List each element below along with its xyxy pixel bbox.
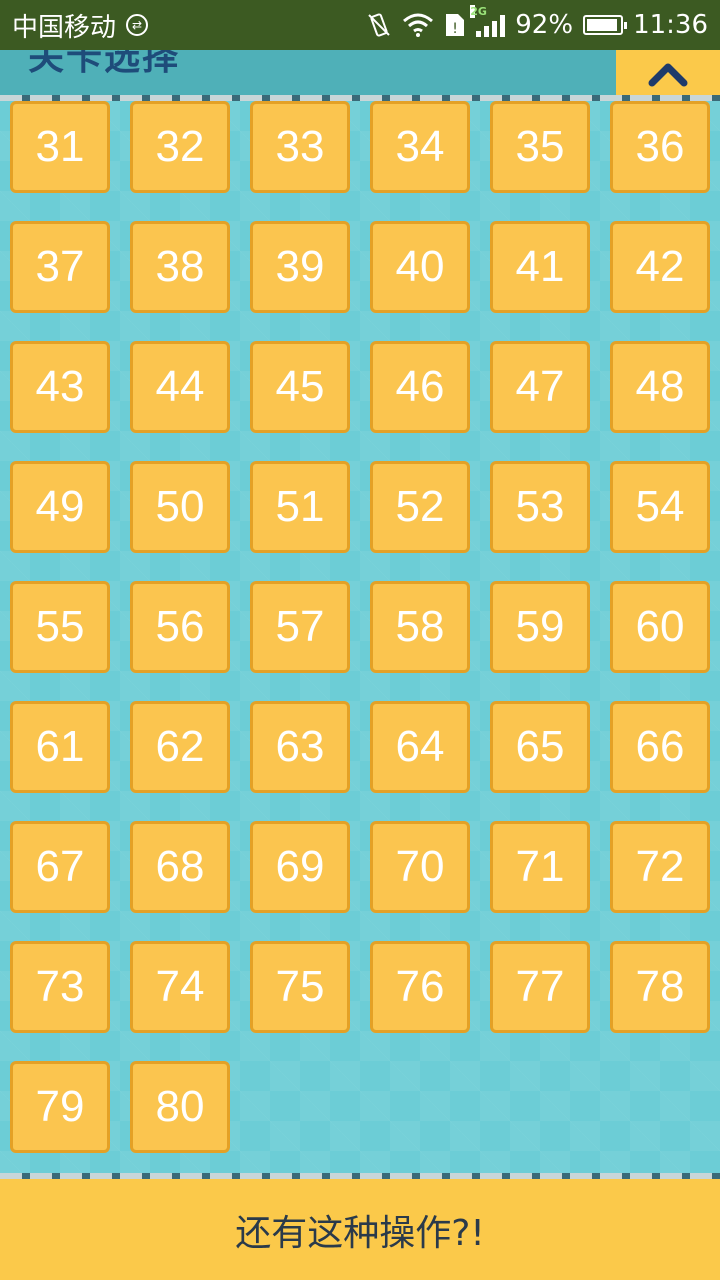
level-button[interactable]: 72 [610,821,710,913]
level-button[interactable]: 76 [370,941,470,1033]
signal-icon: 2G [470,5,506,37]
level-button[interactable]: 70 [370,821,470,913]
sim-alert-icon: ! [444,12,466,38]
bottom-action-button[interactable]: 还有这种操作?! [0,1179,720,1280]
level-button[interactable]: 62 [130,701,230,793]
level-button[interactable]: 48 [610,341,710,433]
level-button[interactable]: 75 [250,941,350,1033]
level-button[interactable]: 67 [10,821,110,913]
status-bar: 中国移动 ⇄ ! 2G 92% 11:36 [0,0,720,50]
vibrate-icon [366,12,392,38]
level-button[interactable]: 54 [610,461,710,553]
level-button[interactable]: 78 [610,941,710,1033]
level-button[interactable]: 53 [490,461,590,553]
clock: 11:36 [633,10,708,40]
level-button[interactable]: 60 [610,581,710,673]
collapse-button[interactable] [616,50,720,96]
level-button[interactable]: 64 [370,701,470,793]
level-button[interactable]: 34 [370,101,470,193]
level-button[interactable]: 71 [490,821,590,913]
level-button[interactable]: 55 [10,581,110,673]
level-button[interactable]: 66 [610,701,710,793]
level-button[interactable]: 80 [130,1061,230,1153]
battery-icon [583,15,628,35]
level-button[interactable]: 42 [610,221,710,313]
chevron-up-icon [648,63,688,87]
sync-icon: ⇄ [126,14,149,36]
level-grid-scroll[interactable]: 31 32 33 34 35 36 37 38 39 40 41 42 43 44 45 46 47 48 49 50… [0,101,720,1173]
level-button[interactable]: 59 [490,581,590,673]
level-button[interactable]: 43 [10,341,110,433]
level-button[interactable]: 52 [370,461,470,553]
level-button[interactable]: 47 [490,341,590,433]
level-button[interactable]: 74 [130,941,230,1033]
level-button[interactable]: 44 [130,341,230,433]
wifi-icon [402,13,434,37]
level-button[interactable]: 49 [10,461,110,553]
level-button[interactable]: 38 [130,221,230,313]
level-button[interactable]: 68 [130,821,230,913]
header: 关卡选择 [0,50,720,96]
level-button[interactable]: 51 [250,461,350,553]
level-button[interactable]: 37 [10,221,110,313]
level-button[interactable]: 31 [10,101,110,193]
page-title: 关卡选择 [28,50,181,78]
level-button[interactable]: 35 [490,101,590,193]
level-button[interactable]: 73 [10,941,110,1033]
level-button[interactable]: 61 [10,701,110,793]
level-button[interactable]: 77 [490,941,590,1033]
level-button[interactable]: 36 [610,101,710,193]
level-button[interactable]: 69 [250,821,350,913]
level-button[interactable]: 56 [130,581,230,673]
level-button[interactable]: 40 [370,221,470,313]
level-button[interactable]: 65 [490,701,590,793]
level-button[interactable]: 45 [250,341,350,433]
svg-text:!: ! [452,21,458,37]
level-button[interactable]: 79 [10,1061,110,1153]
level-button[interactable]: 46 [370,341,470,433]
level-button[interactable]: 32 [130,101,230,193]
level-button[interactable]: 57 [250,581,350,673]
level-button[interactable]: 39 [250,221,350,313]
level-button[interactable]: 33 [250,101,350,193]
level-button[interactable]: 50 [130,461,230,553]
level-button[interactable]: 58 [370,581,470,673]
level-button[interactable]: 41 [490,221,590,313]
carrier-label: 中国移动 [12,12,117,43]
level-button[interactable]: 63 [250,701,350,793]
battery-percent: 92% [515,10,574,40]
network-type-label: 2G [470,5,487,18]
